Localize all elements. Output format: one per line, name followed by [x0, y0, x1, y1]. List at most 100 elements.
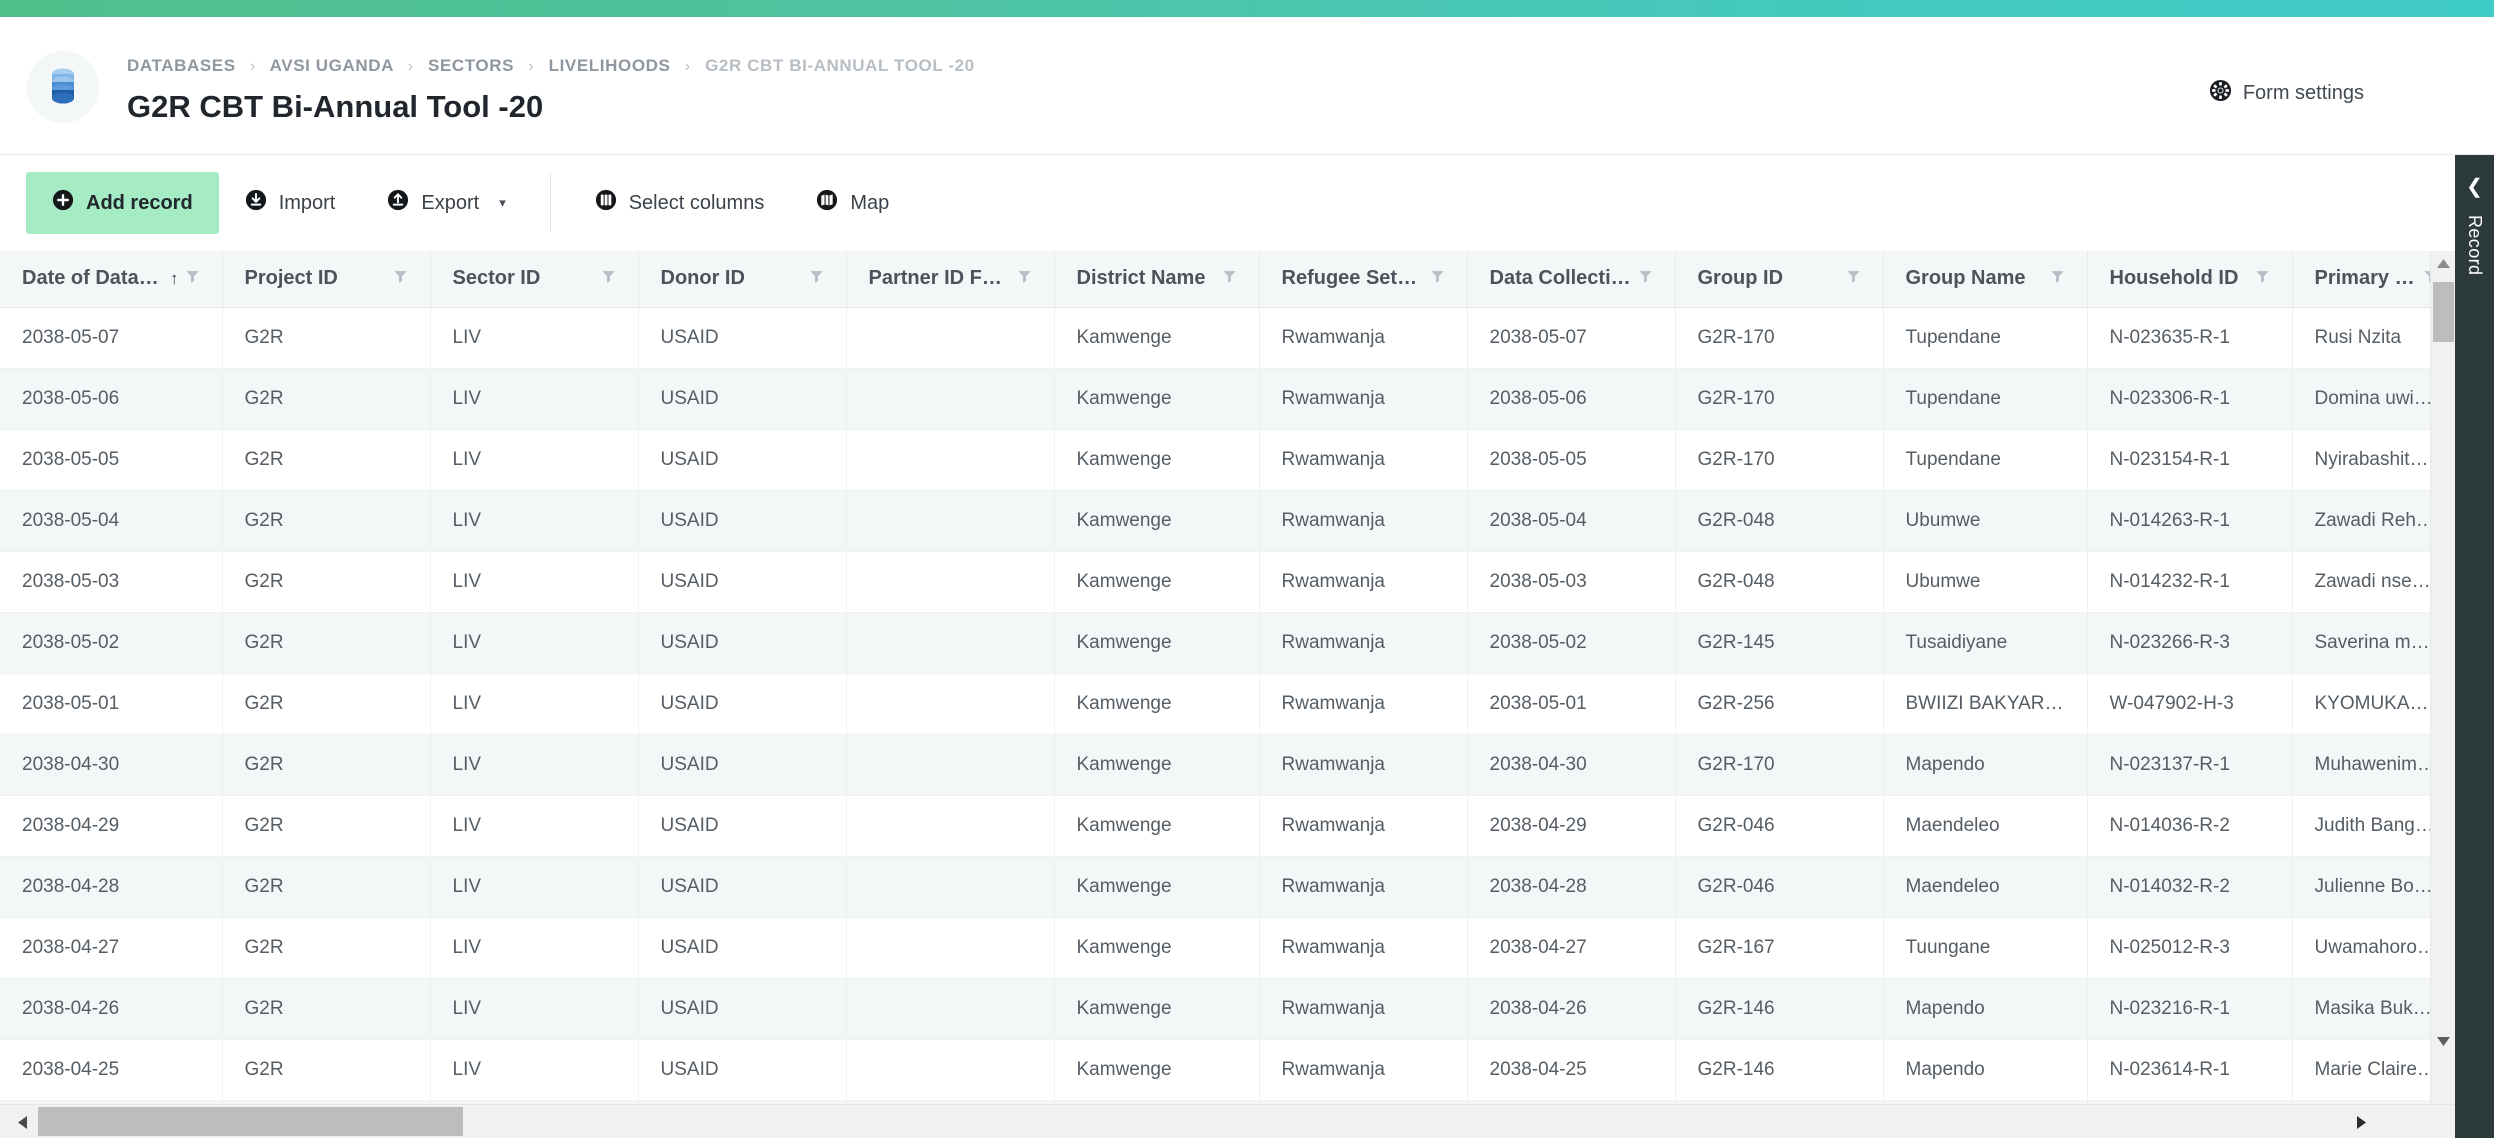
table-row[interactable]: 2038-04-29 G2R LIV USAID Kamwenge Rwamwanja 20…	[0, 795, 2455, 857]
table-cell[interactable]: USAID	[638, 612, 847, 674]
table-cell[interactable]: LIV	[430, 673, 639, 735]
column-header-sector-id[interactable]: Sector ID	[430, 251, 639, 308]
table-cell[interactable]: G2R	[222, 429, 431, 491]
table-cell[interactable]: 2038-05-02	[0, 612, 223, 674]
column-header-district-name[interactable]: District Name	[1054, 251, 1260, 308]
table-cell[interactable]	[846, 429, 1055, 491]
column-header-refugee-settle[interactable]: Refugee Settle...	[1259, 251, 1468, 308]
table-cell[interactable]: G2R-048	[1675, 490, 1884, 552]
filter-icon[interactable]	[1017, 267, 1032, 290]
table-cell[interactable]	[846, 978, 1055, 1040]
table-cell[interactable]: LIV	[430, 429, 639, 491]
table-cell[interactable]	[846, 795, 1055, 857]
filter-icon[interactable]	[1846, 267, 1861, 290]
table-cell[interactable]	[846, 734, 1055, 796]
table-cell[interactable]	[846, 307, 1055, 369]
table-cell[interactable]: LIV	[430, 368, 639, 430]
select-columns-button[interactable]: Select columns	[569, 172, 791, 234]
table-cell[interactable]: N-025012-R-3	[2087, 917, 2293, 979]
table-cell[interactable]: LIV	[430, 490, 639, 552]
table-cell[interactable]: Rwamwanja	[1259, 673, 1468, 735]
table-cell[interactable]: 2038-05-07	[1467, 307, 1676, 369]
table-cell[interactable]: 2038-05-05	[0, 429, 223, 491]
table-cell[interactable]: 2038-05-02	[1467, 612, 1676, 674]
table-cell[interactable]: G2R	[222, 856, 431, 918]
table-row[interactable]: 2038-05-01 G2R LIV USAID Kamwenge Rwamwanja 20…	[0, 673, 2455, 735]
table-cell[interactable]: N-023216-R-1	[2087, 978, 2293, 1040]
scroll-right-arrow-icon[interactable]	[2345, 1105, 2377, 1138]
table-cell[interactable]: 2038-04-25	[1467, 1039, 1676, 1101]
table-cell[interactable]: G2R-170	[1675, 307, 1884, 369]
table-cell[interactable]: USAID	[638, 734, 847, 796]
import-button[interactable]: Import	[219, 172, 362, 234]
table-cell[interactable]	[846, 490, 1055, 552]
column-header-project-id[interactable]: Project ID	[222, 251, 431, 308]
table-cell[interactable]: G2R-046	[1675, 856, 1884, 918]
table-cell[interactable]: G2R	[222, 795, 431, 857]
column-header-data-collection[interactable]: Data Collection...	[1467, 251, 1676, 308]
table-cell[interactable]: LIV	[430, 612, 639, 674]
table-cell[interactable]: G2R-048	[1675, 551, 1884, 613]
column-header-group-name[interactable]: Group Name	[1883, 251, 2088, 308]
horizontal-scrollbar-thumb[interactable]	[38, 1107, 463, 1136]
table-cell[interactable]: Rwamwanja	[1259, 734, 1468, 796]
table-cell[interactable]: USAID	[638, 429, 847, 491]
table-cell[interactable]: Mapendo	[1883, 734, 2088, 796]
table-cell[interactable]: Kamwenge	[1054, 612, 1260, 674]
table-cell[interactable]: Kamwenge	[1054, 917, 1260, 979]
breadcrumb-item-livelihoods[interactable]: LIVELIHOODS	[549, 56, 671, 75]
table-cell[interactable]: LIV	[430, 734, 639, 796]
table-cell[interactable]: 2038-05-01	[1467, 673, 1676, 735]
table-cell[interactable]: N-023306-R-1	[2087, 368, 2293, 430]
table-cell[interactable]: LIV	[430, 917, 639, 979]
table-cell[interactable]: Ubumwe	[1883, 551, 2088, 613]
table-cell[interactable]: Rwamwanja	[1259, 978, 1468, 1040]
table-cell[interactable]: 2038-04-28	[0, 856, 223, 918]
table-cell[interactable]: Rwamwanja	[1259, 490, 1468, 552]
table-cell[interactable]: 2038-04-26	[0, 978, 223, 1040]
table-cell[interactable]: Kamwenge	[1054, 673, 1260, 735]
table-cell[interactable]: G2R-170	[1675, 734, 1884, 796]
scroll-down-arrow-icon[interactable]	[2431, 1029, 2456, 1054]
table-cell[interactable]: Kamwenge	[1054, 551, 1260, 613]
table-cell[interactable]: Mapendo	[1883, 978, 2088, 1040]
sort-ascending-icon[interactable]: ↑	[170, 269, 179, 289]
table-cell[interactable]: LIV	[430, 1039, 639, 1101]
filter-icon[interactable]	[2255, 267, 2270, 290]
table-cell[interactable]: Tupendane	[1883, 307, 2088, 369]
column-header-partner-id-full[interactable]: Partner ID Full ...	[846, 251, 1055, 308]
table-cell[interactable]	[846, 612, 1055, 674]
table-cell[interactable]: 2038-04-30	[1467, 734, 1676, 796]
filter-icon[interactable]	[809, 267, 824, 290]
breadcrumb-item-avsi-uganda[interactable]: AVSI UGANDA	[270, 56, 394, 75]
breadcrumb-item-sectors[interactable]: SECTORS	[428, 56, 514, 75]
table-row[interactable]: 2038-04-28 G2R LIV USAID Kamwenge Rwamwanja 20…	[0, 856, 2455, 918]
table-cell[interactable]: Maendeleo	[1883, 795, 2088, 857]
table-cell[interactable]: USAID	[638, 917, 847, 979]
table-row[interactable]: 2038-04-26 G2R LIV USAID Kamwenge Rwamwanja 20…	[0, 978, 2455, 1040]
add-record-button[interactable]: Add record	[26, 172, 219, 234]
table-cell[interactable]: USAID	[638, 673, 847, 735]
table-cell[interactable]: N-014232-R-1	[2087, 551, 2293, 613]
filter-icon[interactable]	[185, 267, 200, 290]
table-cell[interactable]: N-023266-R-3	[2087, 612, 2293, 674]
table-cell[interactable]: LIV	[430, 551, 639, 613]
table-cell[interactable]: N-014263-R-1	[2087, 490, 2293, 552]
table-row[interactable]: 2038-05-03 G2R LIV USAID Kamwenge Rwamwanja 20…	[0, 551, 2455, 613]
table-cell[interactable]	[846, 551, 1055, 613]
table-cell[interactable]: 2038-04-25	[0, 1039, 223, 1101]
table-cell[interactable]: 2038-05-06	[0, 368, 223, 430]
table-cell[interactable]: Rwamwanja	[1259, 856, 1468, 918]
table-cell[interactable]: USAID	[638, 490, 847, 552]
table-cell[interactable]: LIV	[430, 307, 639, 369]
horizontal-scrollbar[interactable]	[0, 1104, 2455, 1138]
table-cell[interactable]: 2038-05-03	[1467, 551, 1676, 613]
table-cell[interactable]: USAID	[638, 551, 847, 613]
table-cell[interactable]: 2038-05-01	[0, 673, 223, 735]
column-header-group-id[interactable]: Group ID	[1675, 251, 1884, 308]
table-row[interactable]: 2038-04-25 G2R LIV USAID Kamwenge Rwamwanja 20…	[0, 1039, 2455, 1101]
table-cell[interactable]	[846, 368, 1055, 430]
table-cell[interactable]: 2038-04-27	[1467, 917, 1676, 979]
table-cell[interactable]: G2R	[222, 490, 431, 552]
table-cell[interactable]: Rwamwanja	[1259, 551, 1468, 613]
